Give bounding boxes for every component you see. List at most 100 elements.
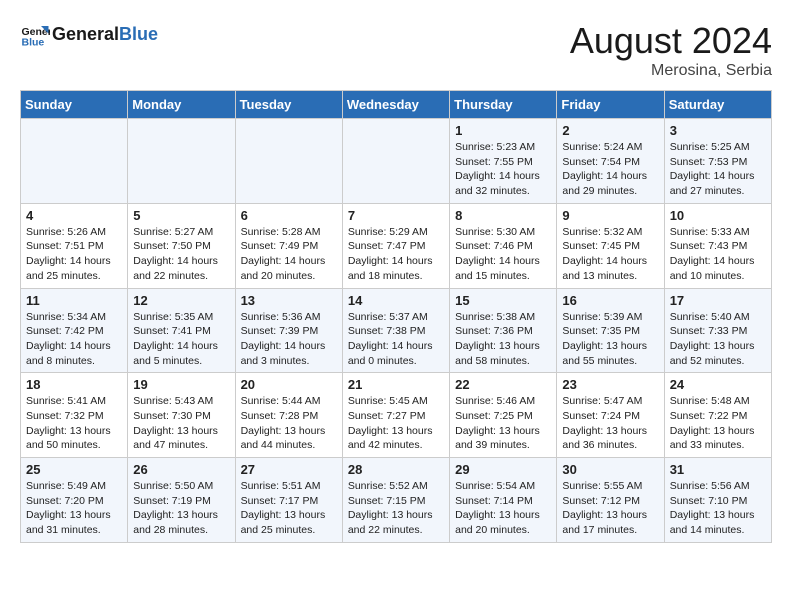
- weekday-header-thursday: Thursday: [450, 91, 557, 119]
- day-cell: 20 Sunrise: 5:44 AM Sunset: 7:28 PM Dayli…: [235, 373, 342, 458]
- day-info: Sunrise: 5:32 AM Sunset: 7:45 PM Dayligh…: [562, 225, 658, 284]
- day-info: Sunrise: 5:48 AM Sunset: 7:22 PM Dayligh…: [670, 394, 766, 453]
- day-info: Sunrise: 5:51 AM Sunset: 7:17 PM Dayligh…: [241, 479, 337, 538]
- day-number: 21: [348, 377, 444, 392]
- day-info: Sunrise: 5:35 AM Sunset: 7:41 PM Dayligh…: [133, 310, 229, 369]
- day-info: Sunrise: 5:54 AM Sunset: 7:14 PM Dayligh…: [455, 479, 551, 538]
- day-info: Sunrise: 5:56 AM Sunset: 7:10 PM Dayligh…: [670, 479, 766, 538]
- svg-text:Blue: Blue: [22, 37, 45, 49]
- day-number: 25: [26, 462, 122, 477]
- day-info: Sunrise: 5:36 AM Sunset: 7:39 PM Dayligh…: [241, 310, 337, 369]
- day-cell: 23 Sunrise: 5:47 AM Sunset: 7:24 PM Dayli…: [557, 373, 664, 458]
- day-cell: 27 Sunrise: 5:51 AM Sunset: 7:17 PM Dayli…: [235, 458, 342, 543]
- day-cell: 19 Sunrise: 5:43 AM Sunset: 7:30 PM Dayli…: [128, 373, 235, 458]
- day-cell: 8 Sunrise: 5:30 AM Sunset: 7:46 PM Daylig…: [450, 203, 557, 288]
- day-info: Sunrise: 5:38 AM Sunset: 7:36 PM Dayligh…: [455, 310, 551, 369]
- day-info: Sunrise: 5:34 AM Sunset: 7:42 PM Dayligh…: [26, 310, 122, 369]
- day-info: Sunrise: 5:27 AM Sunset: 7:50 PM Dayligh…: [133, 225, 229, 284]
- day-cell: 1 Sunrise: 5:23 AM Sunset: 7:55 PM Daylig…: [450, 119, 557, 204]
- day-info: Sunrise: 5:50 AM Sunset: 7:19 PM Dayligh…: [133, 479, 229, 538]
- weekday-header-row: SundayMondayTuesdayWednesdayThursdayFrid…: [21, 91, 772, 119]
- week-row-4: 18 Sunrise: 5:41 AM Sunset: 7:32 PM Dayli…: [21, 373, 772, 458]
- logo-blue: Blue: [119, 24, 158, 44]
- day-cell: 30 Sunrise: 5:55 AM Sunset: 7:12 PM Dayli…: [557, 458, 664, 543]
- day-cell: 15 Sunrise: 5:38 AM Sunset: 7:36 PM Dayli…: [450, 288, 557, 373]
- day-cell: [128, 119, 235, 204]
- day-number: 20: [241, 377, 337, 392]
- day-cell: 25 Sunrise: 5:49 AM Sunset: 7:20 PM Dayli…: [21, 458, 128, 543]
- day-number: 27: [241, 462, 337, 477]
- day-cell: 29 Sunrise: 5:54 AM Sunset: 7:14 PM Dayli…: [450, 458, 557, 543]
- day-number: 15: [455, 293, 551, 308]
- day-cell: [235, 119, 342, 204]
- day-info: Sunrise: 5:33 AM Sunset: 7:43 PM Dayligh…: [670, 225, 766, 284]
- day-info: Sunrise: 5:47 AM Sunset: 7:24 PM Dayligh…: [562, 394, 658, 453]
- day-number: 10: [670, 208, 766, 223]
- page-header: General Blue GeneralBlue August 2024 Mer…: [20, 20, 772, 80]
- day-info: Sunrise: 5:28 AM Sunset: 7:49 PM Dayligh…: [241, 225, 337, 284]
- day-cell: [342, 119, 449, 204]
- day-number: 31: [670, 462, 766, 477]
- day-cell: 6 Sunrise: 5:28 AM Sunset: 7:49 PM Daylig…: [235, 203, 342, 288]
- week-row-5: 25 Sunrise: 5:49 AM Sunset: 7:20 PM Dayli…: [21, 458, 772, 543]
- day-number: 19: [133, 377, 229, 392]
- day-info: Sunrise: 5:41 AM Sunset: 7:32 PM Dayligh…: [26, 394, 122, 453]
- weekday-header-saturday: Saturday: [664, 91, 771, 119]
- day-cell: 13 Sunrise: 5:36 AM Sunset: 7:39 PM Dayli…: [235, 288, 342, 373]
- day-info: Sunrise: 5:43 AM Sunset: 7:30 PM Dayligh…: [133, 394, 229, 453]
- day-cell: 22Sunrise: 5:46 AM Sunset: 7:25 PM Dayli…: [450, 373, 557, 458]
- calendar-table: SundayMondayTuesdayWednesdayThursdayFrid…: [20, 90, 772, 543]
- day-info: Sunrise: 5:23 AM Sunset: 7:55 PM Dayligh…: [455, 140, 551, 199]
- day-cell: 9 Sunrise: 5:32 AM Sunset: 7:45 PM Daylig…: [557, 203, 664, 288]
- day-info: Sunrise: 5:49 AM Sunset: 7:20 PM Dayligh…: [26, 479, 122, 538]
- day-number: 30: [562, 462, 658, 477]
- location: Merosina, Serbia: [570, 62, 772, 80]
- day-info: Sunrise: 5:26 AM Sunset: 7:51 PM Dayligh…: [26, 225, 122, 284]
- day-cell: 26 Sunrise: 5:50 AM Sunset: 7:19 PM Dayli…: [128, 458, 235, 543]
- week-row-2: 4 Sunrise: 5:26 AM Sunset: 7:51 PM Daylig…: [21, 203, 772, 288]
- day-number: 7: [348, 208, 444, 223]
- day-info: Sunrise: 5:55 AM Sunset: 7:12 PM Dayligh…: [562, 479, 658, 538]
- weekday-header-monday: Monday: [128, 91, 235, 119]
- day-cell: 14Sunrise: 5:37 AM Sunset: 7:38 PM Dayli…: [342, 288, 449, 373]
- day-cell: 5 Sunrise: 5:27 AM Sunset: 7:50 PM Daylig…: [128, 203, 235, 288]
- day-info: Sunrise: 5:46 AM Sunset: 7:25 PM Dayligh…: [455, 394, 551, 453]
- week-row-3: 11Sunrise: 5:34 AM Sunset: 7:42 PM Dayli…: [21, 288, 772, 373]
- day-number: 26: [133, 462, 229, 477]
- logo-icon: General Blue: [20, 20, 50, 50]
- day-number: 13: [241, 293, 337, 308]
- day-number: 3: [670, 123, 766, 138]
- day-info: Sunrise: 5:37 AM Sunset: 7:38 PM Dayligh…: [348, 310, 444, 369]
- day-number: 17: [670, 293, 766, 308]
- weekday-header-wednesday: Wednesday: [342, 91, 449, 119]
- day-cell: 11Sunrise: 5:34 AM Sunset: 7:42 PM Dayli…: [21, 288, 128, 373]
- day-number: 16: [562, 293, 658, 308]
- day-number: 18: [26, 377, 122, 392]
- day-cell: 3 Sunrise: 5:25 AM Sunset: 7:53 PM Daylig…: [664, 119, 771, 204]
- day-number: 4: [26, 208, 122, 223]
- weekday-header-friday: Friday: [557, 91, 664, 119]
- day-cell: 24 Sunrise: 5:48 AM Sunset: 7:22 PM Dayli…: [664, 373, 771, 458]
- day-number: 6: [241, 208, 337, 223]
- day-info: Sunrise: 5:30 AM Sunset: 7:46 PM Dayligh…: [455, 225, 551, 284]
- day-number: 2: [562, 123, 658, 138]
- weekday-header-tuesday: Tuesday: [235, 91, 342, 119]
- day-number: 23: [562, 377, 658, 392]
- logo: General Blue GeneralBlue: [20, 20, 158, 50]
- day-number: 5: [133, 208, 229, 223]
- day-info: Sunrise: 5:29 AM Sunset: 7:47 PM Dayligh…: [348, 225, 444, 284]
- day-number: 1: [455, 123, 551, 138]
- day-number: 28: [348, 462, 444, 477]
- day-info: Sunrise: 5:52 AM Sunset: 7:15 PM Dayligh…: [348, 479, 444, 538]
- day-cell: 2Sunrise: 5:24 AM Sunset: 7:54 PM Daylig…: [557, 119, 664, 204]
- day-cell: 21Sunrise: 5:45 AM Sunset: 7:27 PM Dayli…: [342, 373, 449, 458]
- day-number: 24: [670, 377, 766, 392]
- day-info: Sunrise: 5:44 AM Sunset: 7:28 PM Dayligh…: [241, 394, 337, 453]
- day-info: Sunrise: 5:25 AM Sunset: 7:53 PM Dayligh…: [670, 140, 766, 199]
- logo-general: General: [52, 24, 119, 44]
- day-number: 9: [562, 208, 658, 223]
- day-number: 8: [455, 208, 551, 223]
- day-cell: 7 Sunrise: 5:29 AM Sunset: 7:47 PM Daylig…: [342, 203, 449, 288]
- day-info: Sunrise: 5:39 AM Sunset: 7:35 PM Dayligh…: [562, 310, 658, 369]
- day-number: 29: [455, 462, 551, 477]
